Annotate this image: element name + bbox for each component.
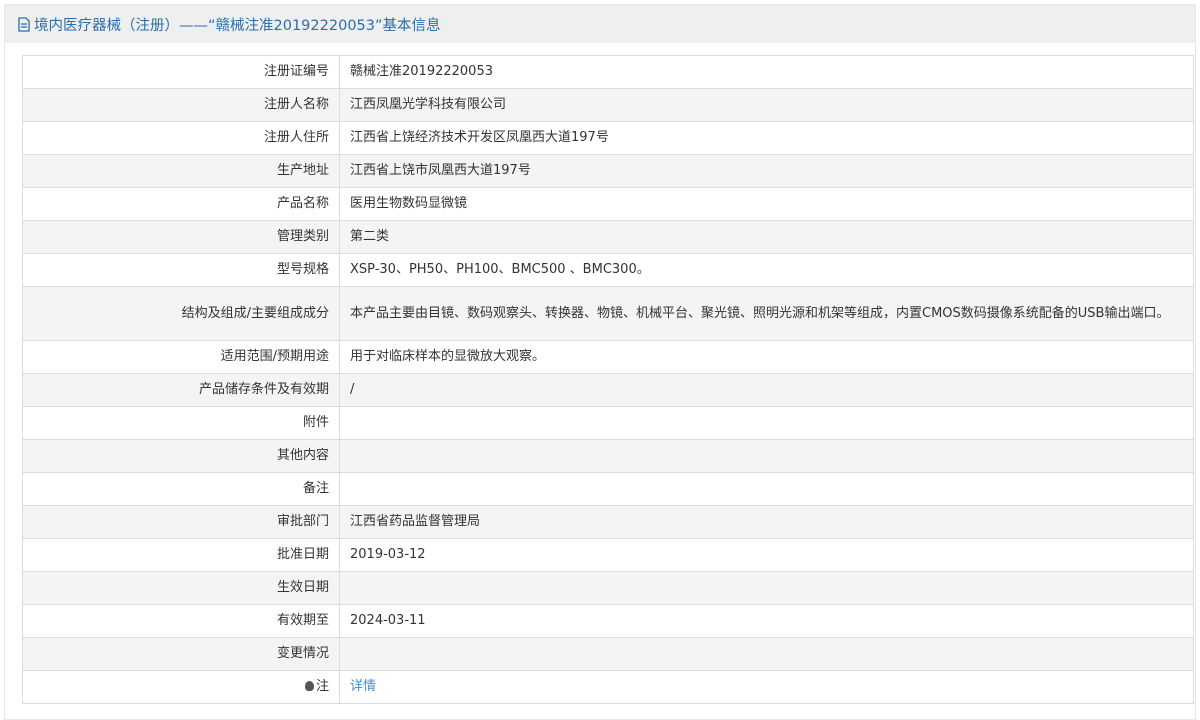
field-label: 管理类别 — [22, 220, 340, 254]
table-row: 产品名称 医用生物数码显微镜 — [22, 187, 1194, 221]
table-row: 备注 — [22, 472, 1194, 506]
field-label: 附件 — [22, 406, 340, 440]
field-label: 变更情况 — [22, 637, 340, 671]
table-row: 变更情况 — [22, 637, 1194, 671]
table-row: 有效期至 2024-03-11 — [22, 604, 1194, 638]
table-row: 生产地址 江西省上饶市凤凰西大道197号 — [22, 154, 1194, 188]
field-label: 注 — [22, 670, 340, 704]
table-row: 产品储存条件及有效期 / — [22, 373, 1194, 407]
field-label: 注册人住所 — [22, 121, 340, 155]
panel-header: 境内医疗器械（注册）——“赣械注准20192220053”基本信息 — [5, 5, 1195, 43]
field-value: / — [339, 373, 1194, 407]
field-value: 江西省上饶经济技术开发区凤凰西大道197号 — [339, 121, 1194, 155]
field-value — [339, 439, 1194, 473]
field-value: 2024-03-11 — [339, 604, 1194, 638]
field-label: 有效期至 — [22, 604, 340, 638]
field-value: 第二类 — [339, 220, 1194, 254]
field-value: 医用生物数码显微镜 — [339, 187, 1194, 221]
field-label: 批准日期 — [22, 538, 340, 572]
table-row: 注册证编号 赣械注准20192220053 — [22, 55, 1194, 89]
table-row: 注册人住所 江西省上饶经济技术开发区凤凰西大道197号 — [22, 121, 1194, 155]
field-value — [339, 472, 1194, 506]
field-label: 生产地址 — [22, 154, 340, 188]
table-row: 附件 — [22, 406, 1194, 440]
info-table: 注册证编号 赣械注准20192220053 注册人名称 江西凤凰光学科技有限公司 注册人… — [22, 55, 1194, 704]
table-row: 结构及组成/主要组成成分 本产品主要由目镜、数码观察头、转换器、物镜、机械平台、聚… — [22, 286, 1194, 341]
field-label: 型号规格 — [22, 253, 340, 287]
note-label: 注 — [315, 679, 329, 694]
field-value: XSP-30、PH50、PH100、BMC500 、BMC300。 — [339, 253, 1194, 287]
field-value: 赣械注准20192220053 — [339, 55, 1194, 89]
page-title: 境内医疗器械（注册）——“赣械注准20192220053”基本信息 — [34, 17, 441, 34]
field-value: 本产品主要由目镜、数码观察头、转换器、物镜、机械平台、聚光镜、照明光源和机架等组… — [339, 286, 1194, 341]
table-row: 型号规格 XSP-30、PH50、PH100、BMC500 、BMC300。 — [22, 253, 1194, 287]
table-row: 生效日期 — [22, 571, 1194, 605]
table-row: 适用范围/预期用途 用于对临床样本的显微放大观察。 — [22, 340, 1194, 374]
field-label: 其他内容 — [22, 439, 340, 473]
field-label: 注册证编号 — [22, 55, 340, 89]
field-value: 江西省上饶市凤凰西大道197号 — [339, 154, 1194, 188]
details-link[interactable]: 详情 — [350, 679, 376, 694]
table-row: 批准日期 2019-03-12 — [22, 538, 1194, 572]
table-row: 其他内容 — [22, 439, 1194, 473]
lightbulb-icon — [304, 681, 314, 691]
field-label: 结构及组成/主要组成成分 — [22, 286, 340, 341]
document-icon — [18, 16, 30, 32]
field-value: 2019-03-12 — [339, 538, 1194, 572]
field-value — [339, 571, 1194, 605]
field-value: 江西凤凰光学科技有限公司 — [339, 88, 1194, 122]
table-row: 审批部门 江西省药品监督管理局 — [22, 505, 1194, 539]
field-value: 用于对临床样本的显微放大观察。 — [339, 340, 1194, 374]
field-value — [339, 406, 1194, 440]
field-label: 生效日期 — [22, 571, 340, 605]
table-row: 注册人名称 江西凤凰光学科技有限公司 — [22, 88, 1194, 122]
field-label: 注册人名称 — [22, 88, 340, 122]
field-label: 适用范围/预期用途 — [22, 340, 340, 374]
field-label: 审批部门 — [22, 505, 340, 539]
field-label: 产品储存条件及有效期 — [22, 373, 340, 407]
field-label: 产品名称 — [22, 187, 340, 221]
table-row: 注 详情 — [22, 670, 1194, 704]
info-panel: 境内医疗器械（注册）——“赣械注准20192220053”基本信息 注册证编号赣… — [4, 4, 1196, 720]
field-value: 江西省药品监督管理局 — [339, 505, 1194, 539]
table-row: 管理类别 第二类 — [22, 220, 1194, 254]
field-label: 备注 — [22, 472, 340, 506]
field-value — [339, 637, 1194, 671]
